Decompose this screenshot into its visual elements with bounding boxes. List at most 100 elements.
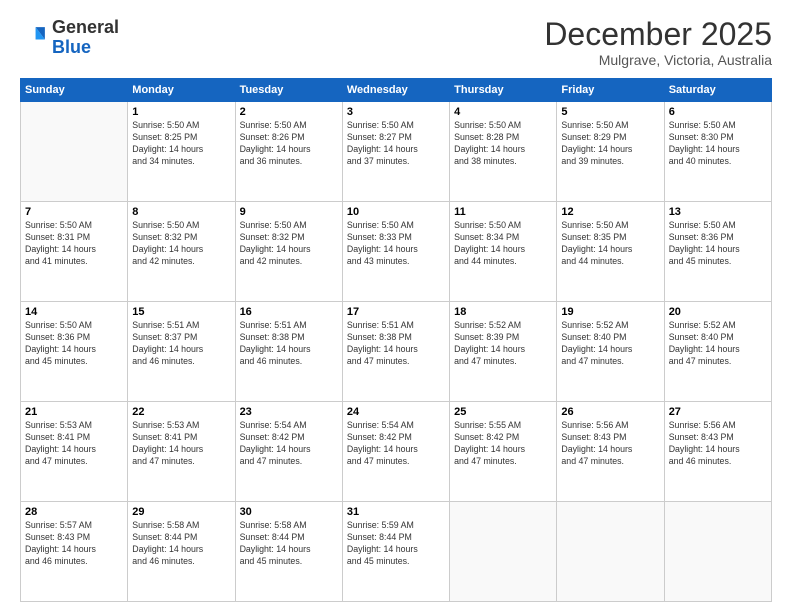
title-area: December 2025 Mulgrave, Victoria, Austra… <box>544 18 772 68</box>
day-number: 25 <box>454 406 552 418</box>
calendar-cell: 25 Sunrise: 5:55 AM Sunset: 8:42 PM Dayli… <box>450 402 557 502</box>
day-number: 16 <box>240 306 338 318</box>
day-info: Sunrise: 5:51 AM Sunset: 8:38 PM Dayligh… <box>240 320 338 368</box>
page: General Blue December 2025 Mulgrave, Vic… <box>0 0 792 612</box>
day-number: 26 <box>561 406 659 418</box>
calendar-cell: 28Sunrise: 5:57 AM Sunset: 8:43 PM Dayli… <box>21 502 128 602</box>
calendar-cell: 19 Sunrise: 5:52 AM Sunset: 8:40 PM Dayli… <box>557 302 664 402</box>
location: Mulgrave, Victoria, Australia <box>544 52 772 68</box>
day-info: Sunrise: 5:58 AM Sunset: 8:44 PM Dayligh… <box>240 520 338 568</box>
weekday-header-wednesday: Wednesday <box>342 79 449 102</box>
day-info: Sunrise: 5:50 AM Sunset: 8:25 PM Dayligh… <box>132 120 230 168</box>
calendar-week-row: 28Sunrise: 5:57 AM Sunset: 8:43 PM Dayli… <box>21 502 772 602</box>
logo-icon <box>20 24 48 52</box>
month-title: December 2025 <box>544 18 772 50</box>
day-info: Sunrise: 5:50 AM Sunset: 8:32 PM Dayligh… <box>132 220 230 268</box>
day-info: Sunrise: 5:52 AM Sunset: 8:40 PM Dayligh… <box>561 320 659 368</box>
calendar-cell: 12Sunrise: 5:50 AM Sunset: 8:35 PM Dayli… <box>557 202 664 302</box>
day-info: Sunrise: 5:51 AM Sunset: 8:38 PM Dayligh… <box>347 320 445 368</box>
weekday-header-thursday: Thursday <box>450 79 557 102</box>
calendar-cell: 20Sunrise: 5:52 AM Sunset: 8:40 PM Dayli… <box>664 302 771 402</box>
day-number: 6 <box>669 106 767 118</box>
day-info: Sunrise: 5:50 AM Sunset: 8:29 PM Dayligh… <box>561 120 659 168</box>
calendar-cell: 29Sunrise: 5:58 AM Sunset: 8:44 PM Dayli… <box>128 502 235 602</box>
day-info: Sunrise: 5:53 AM Sunset: 8:41 PM Dayligh… <box>132 420 230 468</box>
day-info: Sunrise: 5:54 AM Sunset: 8:42 PM Dayligh… <box>347 420 445 468</box>
logo-text: General Blue <box>52 18 119 58</box>
day-number: 30 <box>240 506 338 518</box>
calendar-cell: 11 Sunrise: 5:50 AM Sunset: 8:34 PM Dayli… <box>450 202 557 302</box>
calendar-cell: 7 Sunrise: 5:50 AM Sunset: 8:31 PM Daylig… <box>21 202 128 302</box>
calendar-cell: 8 Sunrise: 5:50 AM Sunset: 8:32 PM Daylig… <box>128 202 235 302</box>
calendar-cell: 18Sunrise: 5:52 AM Sunset: 8:39 PM Dayli… <box>450 302 557 402</box>
day-info: Sunrise: 5:54 AM Sunset: 8:42 PM Dayligh… <box>240 420 338 468</box>
weekday-header-sunday: Sunday <box>21 79 128 102</box>
calendar-week-row: 1 Sunrise: 5:50 AM Sunset: 8:25 PM Daylig… <box>21 102 772 202</box>
day-info: Sunrise: 5:50 AM Sunset: 8:36 PM Dayligh… <box>669 220 767 268</box>
calendar-cell: 3Sunrise: 5:50 AM Sunset: 8:27 PM Daylig… <box>342 102 449 202</box>
day-number: 19 <box>561 306 659 318</box>
day-number: 24 <box>347 406 445 418</box>
weekday-header-tuesday: Tuesday <box>235 79 342 102</box>
day-number: 9 <box>240 206 338 218</box>
day-number: 22 <box>132 406 230 418</box>
day-info: Sunrise: 5:51 AM Sunset: 8:37 PM Dayligh… <box>132 320 230 368</box>
calendar-cell: 30 Sunrise: 5:58 AM Sunset: 8:44 PM Dayli… <box>235 502 342 602</box>
day-info: Sunrise: 5:55 AM Sunset: 8:42 PM Dayligh… <box>454 420 552 468</box>
day-info: Sunrise: 5:50 AM Sunset: 8:32 PM Dayligh… <box>240 220 338 268</box>
day-number: 11 <box>454 206 552 218</box>
calendar-cell: 26 Sunrise: 5:56 AM Sunset: 8:43 PM Dayli… <box>557 402 664 502</box>
calendar-cell: 21Sunrise: 5:53 AM Sunset: 8:41 PM Dayli… <box>21 402 128 502</box>
day-number: 18 <box>454 306 552 318</box>
calendar-cell <box>557 502 664 602</box>
day-number: 10 <box>347 206 445 218</box>
calendar-cell: 23 Sunrise: 5:54 AM Sunset: 8:42 PM Dayli… <box>235 402 342 502</box>
calendar-cell: 16 Sunrise: 5:51 AM Sunset: 8:38 PM Dayli… <box>235 302 342 402</box>
day-info: Sunrise: 5:59 AM Sunset: 8:44 PM Dayligh… <box>347 520 445 568</box>
day-number: 17 <box>347 306 445 318</box>
day-number: 4 <box>454 106 552 118</box>
day-number: 7 <box>25 206 123 218</box>
day-info: Sunrise: 5:52 AM Sunset: 8:40 PM Dayligh… <box>669 320 767 368</box>
calendar-cell: 2 Sunrise: 5:50 AM Sunset: 8:26 PM Daylig… <box>235 102 342 202</box>
day-info: Sunrise: 5:53 AM Sunset: 8:41 PM Dayligh… <box>25 420 123 468</box>
day-number: 8 <box>132 206 230 218</box>
calendar-cell: 13 Sunrise: 5:50 AM Sunset: 8:36 PM Dayli… <box>664 202 771 302</box>
calendar-week-row: 21Sunrise: 5:53 AM Sunset: 8:41 PM Dayli… <box>21 402 772 502</box>
weekday-header-row: SundayMondayTuesdayWednesdayThursdayFrid… <box>21 79 772 102</box>
weekday-header-monday: Monday <box>128 79 235 102</box>
calendar-cell: 15 Sunrise: 5:51 AM Sunset: 8:37 PM Dayli… <box>128 302 235 402</box>
day-info: Sunrise: 5:50 AM Sunset: 8:30 PM Dayligh… <box>669 120 767 168</box>
calendar-cell: 17 Sunrise: 5:51 AM Sunset: 8:38 PM Dayli… <box>342 302 449 402</box>
day-info: Sunrise: 5:50 AM Sunset: 8:35 PM Dayligh… <box>561 220 659 268</box>
day-number: 31 <box>347 506 445 518</box>
day-info: Sunrise: 5:56 AM Sunset: 8:43 PM Dayligh… <box>561 420 659 468</box>
day-number: 23 <box>240 406 338 418</box>
day-number: 2 <box>240 106 338 118</box>
day-info: Sunrise: 5:50 AM Sunset: 8:26 PM Dayligh… <box>240 120 338 168</box>
day-number: 5 <box>561 106 659 118</box>
calendar-cell: 24 Sunrise: 5:54 AM Sunset: 8:42 PM Dayli… <box>342 402 449 502</box>
calendar-cell: 4 Sunrise: 5:50 AM Sunset: 8:28 PM Daylig… <box>450 102 557 202</box>
calendar-week-row: 7 Sunrise: 5:50 AM Sunset: 8:31 PM Daylig… <box>21 202 772 302</box>
day-info: Sunrise: 5:56 AM Sunset: 8:43 PM Dayligh… <box>669 420 767 468</box>
weekday-header-saturday: Saturday <box>664 79 771 102</box>
day-info: Sunrise: 5:50 AM Sunset: 8:28 PM Dayligh… <box>454 120 552 168</box>
day-info: Sunrise: 5:50 AM Sunset: 8:34 PM Dayligh… <box>454 220 552 268</box>
calendar-cell: 5 Sunrise: 5:50 AM Sunset: 8:29 PM Daylig… <box>557 102 664 202</box>
day-number: 27 <box>669 406 767 418</box>
day-info: Sunrise: 5:57 AM Sunset: 8:43 PM Dayligh… <box>25 520 123 568</box>
day-info: Sunrise: 5:50 AM Sunset: 8:31 PM Dayligh… <box>25 220 123 268</box>
day-number: 13 <box>669 206 767 218</box>
day-number: 1 <box>132 106 230 118</box>
day-number: 15 <box>132 306 230 318</box>
calendar-cell: 1 Sunrise: 5:50 AM Sunset: 8:25 PM Daylig… <box>128 102 235 202</box>
calendar-cell <box>21 102 128 202</box>
calendar-cell: 27 Sunrise: 5:56 AM Sunset: 8:43 PM Dayli… <box>664 402 771 502</box>
day-number: 29 <box>132 506 230 518</box>
calendar-week-row: 14Sunrise: 5:50 AM Sunset: 8:36 PM Dayli… <box>21 302 772 402</box>
day-info: Sunrise: 5:50 AM Sunset: 8:36 PM Dayligh… <box>25 320 123 368</box>
weekday-header-friday: Friday <box>557 79 664 102</box>
calendar-cell: 22 Sunrise: 5:53 AM Sunset: 8:41 PM Dayli… <box>128 402 235 502</box>
calendar-cell: 14Sunrise: 5:50 AM Sunset: 8:36 PM Dayli… <box>21 302 128 402</box>
